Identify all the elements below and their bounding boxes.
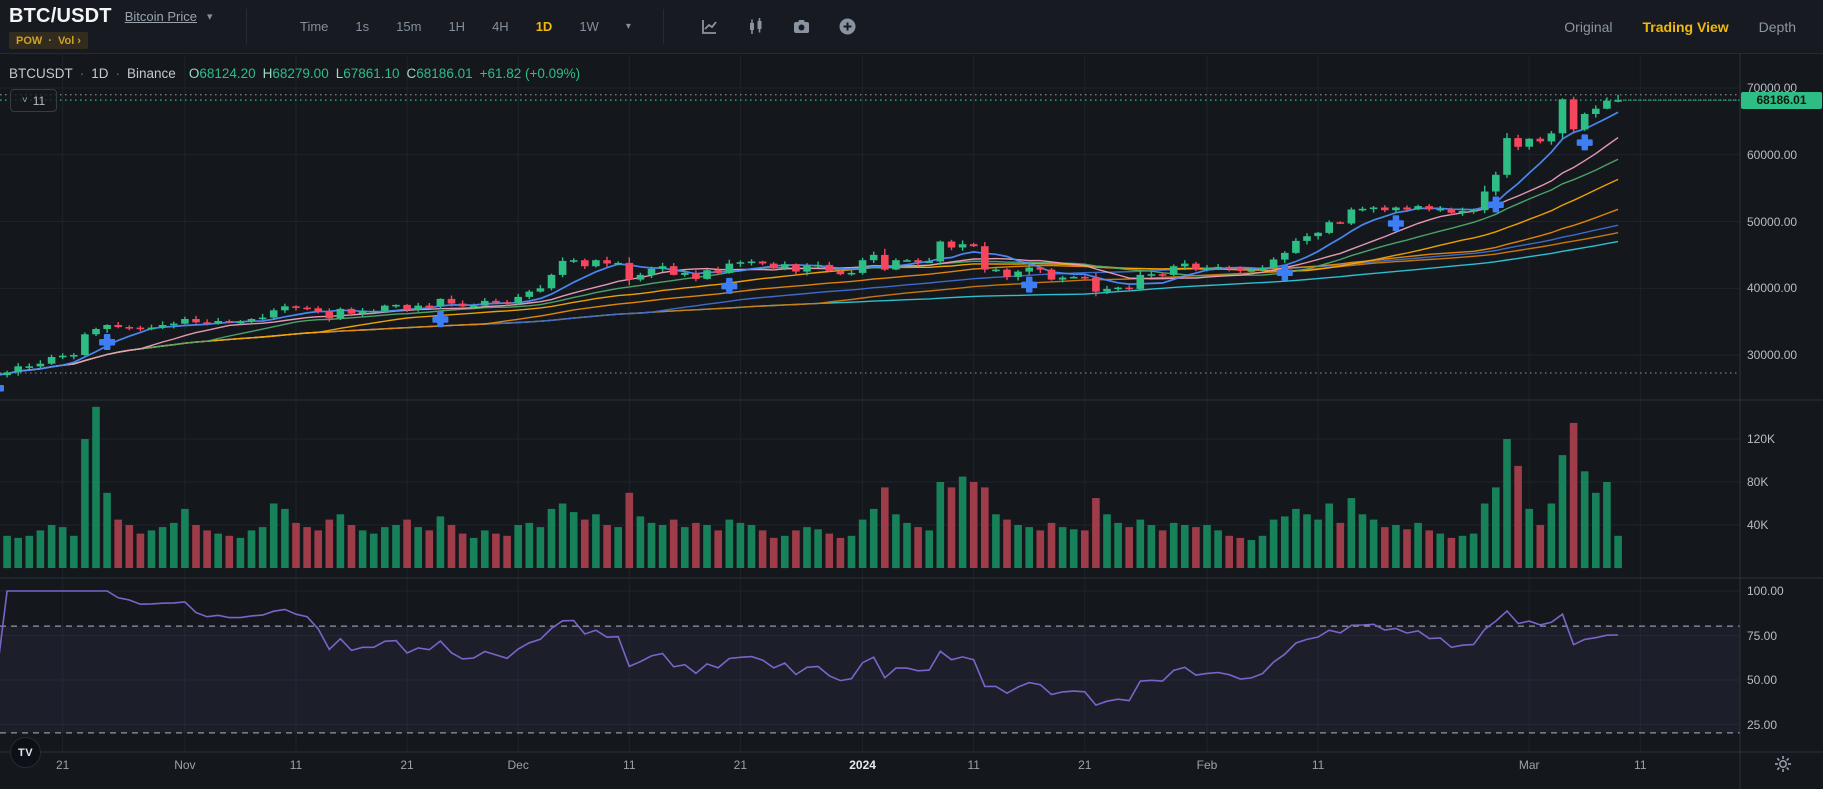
legend-sep: ·: [116, 66, 121, 81]
interval-selector: Time 1s 15m 1H 4H 1D 1W ▾: [247, 0, 631, 53]
interval-button-15m[interactable]: 15m: [396, 19, 421, 34]
rsi-axis-label[interactable]: 50.00: [1747, 673, 1777, 687]
volume-axis-label[interactable]: 80K: [1747, 475, 1768, 489]
interval-button-1h[interactable]: 1H: [448, 19, 465, 34]
interval-button-4h[interactable]: 4H: [492, 19, 509, 34]
price-axis-label[interactable]: 30000.00: [1747, 348, 1797, 362]
interval-more-chevron-icon[interactable]: ▾: [626, 21, 631, 32]
time-axis-label[interactable]: 21: [56, 758, 69, 772]
line-chart-icon[interactable]: [700, 17, 719, 36]
view-tab-bar: Original Trading View Depth: [1564, 0, 1823, 53]
time-axis-label[interactable]: 11: [1312, 758, 1324, 772]
time-axis-label[interactable]: Feb: [1197, 758, 1218, 772]
time-axis-label[interactable]: 11: [290, 758, 302, 772]
trading-page: { "topbar": { "symbol": "BTC/USDT", "sym…: [0, 0, 1823, 789]
price-axis-label[interactable]: 50000.00: [1747, 215, 1797, 229]
volume-axis-label[interactable]: 120K: [1747, 432, 1775, 446]
view-tab-original[interactable]: Original: [1564, 19, 1612, 35]
gear-icon[interactable]: [1772, 753, 1794, 775]
time-axis-label[interactable]: 21: [1078, 758, 1091, 772]
tradingview-logo[interactable]: TV: [10, 737, 41, 768]
bitcoin-price-link[interactable]: Bitcoin Price: [125, 9, 197, 24]
legend-interval: 1D: [91, 66, 108, 81]
rsi-axis-label[interactable]: 75.00: [1747, 629, 1777, 643]
time-axis-label[interactable]: 2024: [849, 758, 876, 772]
indicator-collapse-button[interactable]: ˅ 11: [10, 89, 57, 112]
chart-canvas[interactable]: [0, 0, 1823, 789]
legend-change: +61.82 (+0.09%): [480, 66, 581, 81]
chevron-down-icon[interactable]: ▾: [207, 10, 213, 23]
volume-axis-label[interactable]: 40K: [1747, 518, 1768, 532]
tag-vol[interactable]: Vol ›: [58, 35, 81, 47]
last-price-badge: 68186.01: [1741, 92, 1822, 109]
price-axis-label[interactable]: 40000.00: [1747, 281, 1797, 295]
interval-button-1s[interactable]: 1s: [355, 19, 369, 34]
chevron-down-icon: ˅: [22, 95, 28, 106]
legend-exchange: Binance: [127, 66, 176, 81]
rsi-axis-label[interactable]: 25.00: [1747, 718, 1777, 732]
legend-symbol: BTCUSDT: [9, 66, 73, 81]
time-axis-label[interactable]: 11: [1634, 758, 1646, 772]
symbol-block: BTC/USDT Bitcoin Price ▾ POW · Vol ›: [0, 0, 246, 53]
interval-button-1d[interactable]: 1D: [536, 19, 553, 34]
candlestick-icon[interactable]: [746, 17, 765, 36]
camera-icon[interactable]: [792, 17, 811, 36]
legend-high: H68279.00: [263, 66, 329, 81]
top-toolbar: BTC/USDT Bitcoin Price ▾ POW · Vol › Tim…: [0, 0, 1823, 54]
symbol-tags[interactable]: POW · Vol ›: [9, 32, 88, 49]
legend-close: C68186.01: [407, 66, 473, 81]
symbol-title: BTC/USDT: [9, 5, 112, 28]
ohlc-legend: BTCUSDT · 1D · Binance O68124.20 H68279.…: [9, 66, 580, 81]
interval-button-1w[interactable]: 1W: [579, 19, 599, 34]
legend-low: L67861.10: [336, 66, 400, 81]
time-axis-label[interactable]: 11: [967, 758, 979, 772]
legend-open: O68124.20: [189, 66, 256, 81]
time-axis-label[interactable]: 21: [734, 758, 747, 772]
indicator-count: 11: [33, 94, 45, 108]
tag-separator: ·: [48, 35, 52, 47]
time-axis-label[interactable]: Nov: [174, 758, 195, 772]
time-axis-label[interactable]: Mar: [1519, 758, 1540, 772]
time-axis-label[interactable]: 11: [623, 758, 635, 772]
rsi-axis-label[interactable]: 100.00: [1747, 584, 1784, 598]
time-axis-label[interactable]: 21: [400, 758, 413, 772]
legend-sep: ·: [80, 66, 85, 81]
plus-circle-icon[interactable]: [838, 17, 857, 36]
chart-tools: [664, 0, 857, 53]
price-axis-label[interactable]: 60000.00: [1747, 148, 1797, 162]
tag-pow[interactable]: POW: [16, 35, 42, 47]
time-axis-label[interactable]: Dec: [507, 758, 528, 772]
interval-button-time[interactable]: Time: [300, 19, 328, 34]
view-tab-trading-view[interactable]: Trading View: [1643, 19, 1729, 35]
view-tab-depth[interactable]: Depth: [1759, 19, 1796, 35]
